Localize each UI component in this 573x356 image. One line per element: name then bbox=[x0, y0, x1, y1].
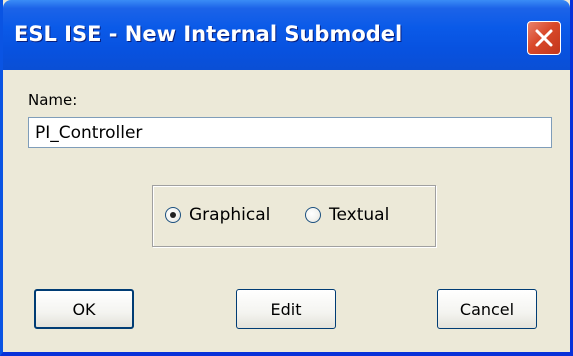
window-title: ESL ISE - New Internal Submodel bbox=[14, 22, 403, 46]
radio-selected-dot bbox=[170, 212, 176, 218]
ok-button[interactable]: OK bbox=[34, 289, 134, 329]
cancel-button[interactable]: Cancel bbox=[437, 289, 537, 329]
close-button[interactable] bbox=[527, 21, 561, 55]
edit-button[interactable]: Edit bbox=[236, 289, 336, 329]
radio-graphical-circle[interactable] bbox=[165, 207, 181, 223]
name-input[interactable] bbox=[28, 117, 552, 148]
radio-textual-label: Textual bbox=[329, 205, 390, 225]
radio-graphical[interactable]: Graphical bbox=[165, 200, 270, 230]
radio-textual-circle[interactable] bbox=[305, 207, 321, 223]
title-bar[interactable]: ESL ISE - New Internal Submodel bbox=[3, 0, 570, 70]
name-label: Name: bbox=[28, 91, 78, 109]
close-icon bbox=[535, 29, 553, 47]
radio-graphical-label: Graphical bbox=[189, 205, 271, 225]
radio-textual[interactable]: Textual bbox=[305, 200, 389, 230]
